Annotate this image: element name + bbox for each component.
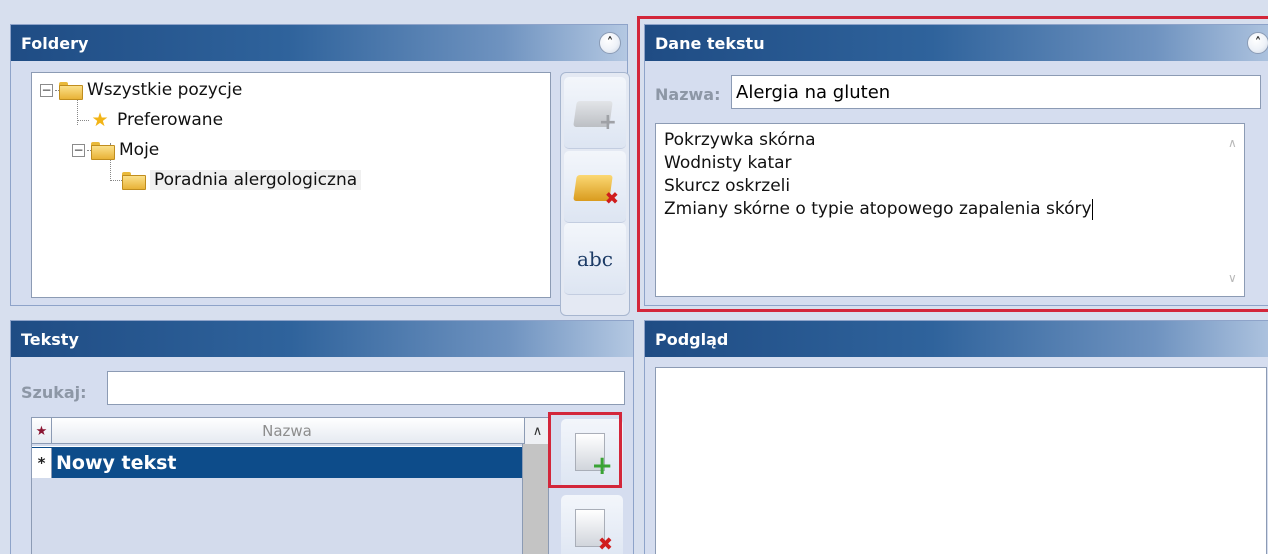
tree-node-label: Wszystkie pozycje <box>87 80 243 100</box>
double-chevron-up-icon: ˄ <box>606 35 614 51</box>
folders-panel-header: Foldery ˄ <box>11 25 627 61</box>
preview-panel: Podgląd <box>644 320 1268 554</box>
folder-add-icon <box>575 97 617 135</box>
rename-button[interactable]: abc <box>564 223 626 295</box>
tree-connector <box>77 119 89 121</box>
grid-header-marker: ★ <box>32 418 52 444</box>
document-delete-icon <box>575 509 613 554</box>
tree-node-root[interactable]: − Wszystkie pozycje <box>40 77 242 103</box>
grid-header: ★ Nazwa ∧ <box>32 418 550 444</box>
folder-actions-toolbar: abc <box>560 72 630 316</box>
grid-scroll-up-icon[interactable]: ∧ <box>524 418 550 444</box>
column-header-nazwa[interactable]: Nazwa <box>52 418 522 444</box>
preview-area <box>655 367 1267 554</box>
collapse-folders-button[interactable]: ˄ <box>599 32 621 54</box>
search-input[interactable] <box>107 371 625 405</box>
row-name: Nowy tekst <box>56 451 177 474</box>
tree-collapse-icon[interactable]: − <box>72 143 85 157</box>
row-marker: * <box>32 447 52 478</box>
folders-panel: Foldery ˄ − Wszystkie pozycje ★ Preferow… <box>10 24 630 316</box>
folders-panel-title: Foldery <box>21 33 89 53</box>
texts-panel-title: Teksty <box>21 329 79 349</box>
tree-node-poradnia[interactable]: Poradnia alergologiczna <box>110 167 362 193</box>
search-label: Szukaj: <box>21 383 87 402</box>
grid-scrollbar[interactable] <box>522 444 548 554</box>
tree-connector <box>110 179 122 181</box>
tree-node-label: Moje <box>119 140 160 160</box>
add-folder-button[interactable] <box>564 77 626 149</box>
folder-icon <box>122 172 146 190</box>
folder-icon <box>59 82 83 100</box>
star-icon: ★ <box>91 109 109 131</box>
rename-abc-icon: abc <box>577 246 613 271</box>
tree-node-moje[interactable]: − Moje <box>72 137 159 163</box>
preview-panel-header: Podgląd <box>645 321 1268 357</box>
folder-tree[interactable]: − Wszystkie pozycje ★ Preferowane − Moje… <box>31 72 551 298</box>
tree-collapse-icon[interactable]: − <box>40 83 53 97</box>
tree-node-label: Preferowane <box>117 110 224 130</box>
delete-text-button[interactable] <box>561 495 623 554</box>
texts-panel-header: Teksty <box>11 321 633 357</box>
texts-grid[interactable]: ★ Nazwa ∧ * Nowy tekst <box>31 417 550 554</box>
tree-node-label: Poradnia alergologiczna <box>150 170 362 190</box>
preview-panel-title: Podgląd <box>655 329 729 349</box>
tree-node-preferowane[interactable]: ★ Preferowane <box>77 107 223 133</box>
folder-delete-icon <box>575 171 619 209</box>
highlight-frame-add-text <box>548 412 622 488</box>
folder-icon <box>91 142 115 160</box>
delete-folder-button[interactable] <box>564 151 626 223</box>
highlight-frame-text-data <box>637 16 1268 312</box>
table-row[interactable]: * Nowy tekst <box>32 446 522 478</box>
texts-panel: Teksty Szukaj: ★ Nazwa ∧ * Nowy tekst <box>10 320 634 554</box>
